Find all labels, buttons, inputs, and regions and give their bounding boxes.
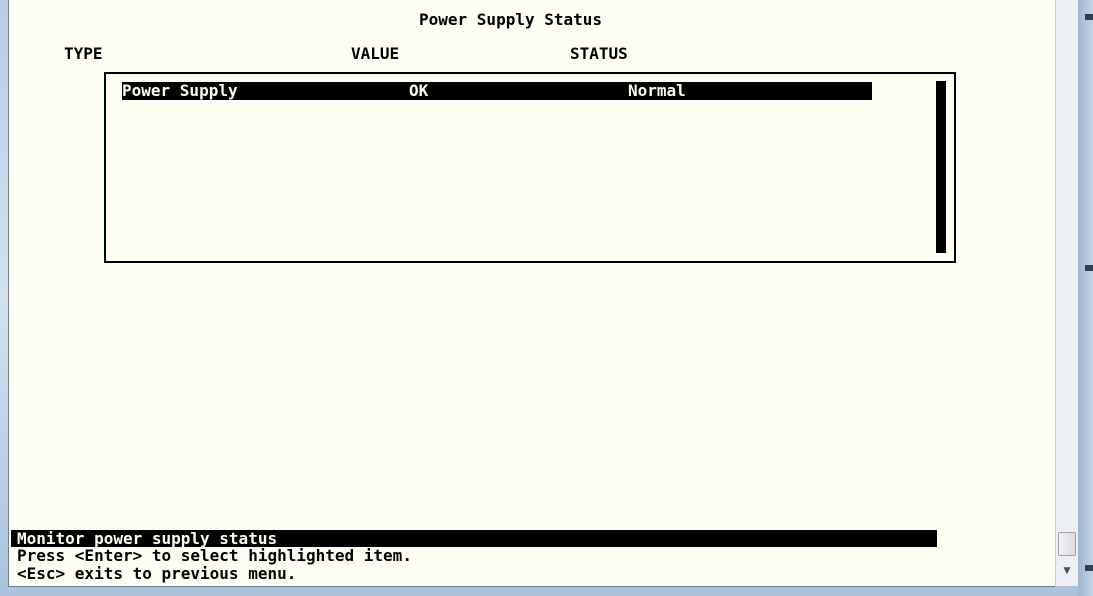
status-line: Monitor power supply status [17,529,278,548]
edge-marker [1085,265,1093,271]
scrollbar-thumb[interactable] [1058,532,1076,556]
column-header-value: VALUE [351,44,400,63]
list-item-status: Normal [628,81,686,100]
chevron-down-icon[interactable]: ▼ [1056,558,1078,584]
list-scroll-indicator[interactable] [936,81,946,253]
list-item-power-supply[interactable]: Power Supply OK Normal [122,82,872,100]
list-item-value: OK [409,81,429,100]
column-header-status: STATUS [570,44,628,63]
edge-marker [1085,565,1093,571]
window-edge [1078,0,1093,596]
status-list: Power Supply OK Normal [104,72,956,263]
edge-marker [1085,14,1093,20]
list-item-type: Power Supply [122,81,238,100]
help-text-enter: Press <Enter> to select highlighted item… [17,546,412,565]
column-header-type: TYPE [64,44,103,63]
help-text-esc: <Esc> exits to previous menu. [17,564,297,583]
terminal-screen[interactable]: Power Supply Status TYPE VALUE STATUS Po… [8,0,1055,587]
window-scrollbar[interactable]: ▼ [1055,0,1078,586]
window-frame: Power Supply Status TYPE VALUE STATUS Po… [0,0,1093,596]
page-title: Power Supply Status [419,10,603,29]
